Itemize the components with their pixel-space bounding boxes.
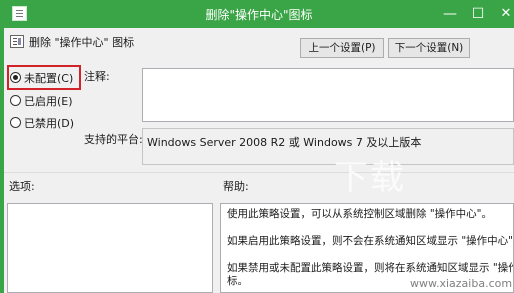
next-setting-button[interactable]: 下一个设置(N) — [388, 38, 470, 58]
platform-value: Windows Server 2008 R2 或 Windows 7 及以上版本 — [147, 136, 422, 149]
radio-label-enabled: 已启用(E) — [24, 95, 73, 108]
policy-page-icon — [10, 35, 24, 48]
help-paragraph-1: 使用此策略设置，可以从系统控制区域删除 "操作中心"。 — [227, 208, 492, 220]
platform-box: Windows Server 2008 R2 或 Windows 7 及以上版本 — [142, 128, 514, 165]
help-paragraph-3: 如果禁用或未配置此策略设置，则将在系统通知区域显示 "操作中心" — [227, 262, 514, 274]
close-button[interactable]: ✕ — [492, 0, 514, 28]
watermark-site: www.xiazaiba.com — [410, 277, 513, 290]
radio-circle[interactable] — [10, 117, 21, 128]
policy-editor-window: 删除"操作中心"图标 — ☐ ✕ 删除 "操作中心" 图标 上一个设置(P) 下… — [4, 0, 514, 293]
comment-input[interactable] — [142, 68, 514, 122]
watermark-brand: 下载 — [334, 158, 406, 198]
options-label: 选项: — [9, 180, 35, 193]
maximize-button[interactable]: ☐ — [464, 0, 492, 28]
radio-circle-checked[interactable] — [10, 72, 21, 83]
help-paragraph-2: 如果启用此策略设置，则不会在系统通知区域显示 "操作中心" 图标。 — [227, 235, 513, 247]
comment-label: 注释: — [84, 70, 110, 83]
policy-name: 删除 "操作中心" 图标 — [29, 36, 135, 49]
previous-setting-button[interactable]: 上一个设置(P) — [300, 38, 384, 58]
minimize-button[interactable]: — — [436, 0, 464, 28]
options-panel — [7, 203, 213, 293]
radio-label-disabled: 已禁用(D) — [24, 117, 75, 130]
section-divider — [4, 172, 514, 173]
title-bar[interactable]: 删除"操作中心"图标 — ☐ ✕ — [4, 0, 514, 28]
help-label: 帮助: — [223, 180, 249, 193]
platform-label: 支持的平台: — [84, 133, 143, 146]
radio-label-not-configured: 未配置(C) — [24, 72, 74, 85]
radio-circle[interactable] — [10, 95, 21, 106]
help-paragraph-3-cont: 标。 — [227, 275, 248, 287]
